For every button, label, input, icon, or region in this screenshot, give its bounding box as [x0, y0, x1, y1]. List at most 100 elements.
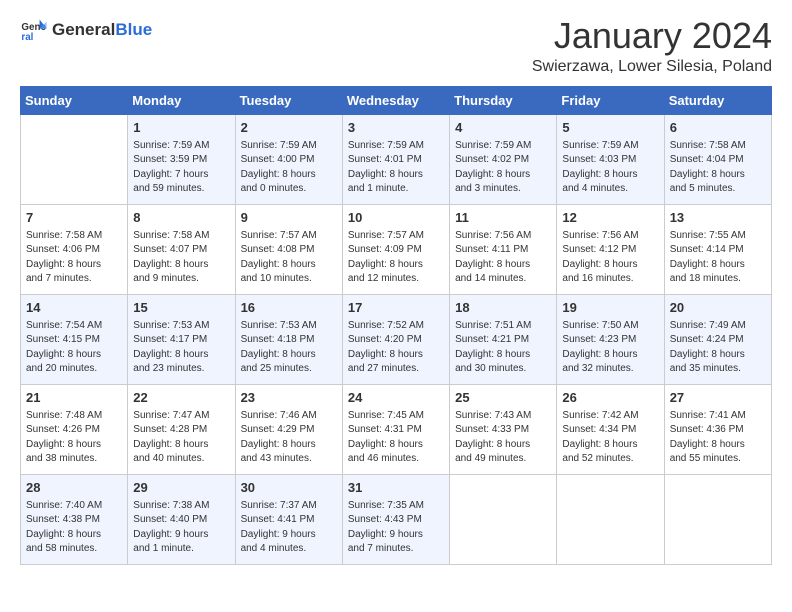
day-info: Sunrise: 7:48 AM Sunset: 4:26 PM Dayligh…: [26, 409, 122, 467]
calendar-cell: 28 Sunrise: 7:40 AM Sunset: 4:38 PM Dayli…: [21, 474, 128, 564]
calendar-week-1: 1 Sunrise: 7:59 AM Sunset: 3:59 PM Daylig…: [21, 114, 772, 204]
calendar-cell: 23Sunrise: 7:46 AM Sunset: 4:29 PM Dayli…: [235, 384, 342, 474]
weekday-header-monday: Monday: [128, 86, 235, 114]
calendar-cell: 2 Sunrise: 7:59 AM Sunset: 4:00 PM Daylig…: [235, 114, 342, 204]
calendar-cell: 17 Sunrise: 7:52 AM Sunset: 4:20 PM Dayli…: [342, 294, 449, 384]
day-info: Sunrise: 7:49 AM Sunset: 4:24 PM Dayligh…: [670, 319, 766, 377]
day-number: 6: [670, 119, 766, 137]
logo: Gene ral GeneralBlue: [20, 16, 152, 44]
day-number: 7: [26, 209, 122, 227]
day-info: Sunrise: 7:54 AM Sunset: 4:15 PM Dayligh…: [26, 319, 122, 377]
weekday-header-tuesday: Tuesday: [235, 86, 342, 114]
calendar-cell: 11 Sunrise: 7:56 AM Sunset: 4:11 PM Dayli…: [450, 204, 557, 294]
day-number: 29: [133, 479, 229, 497]
day-info: Sunrise: 7:41 AM Sunset: 4:36 PM Dayligh…: [670, 409, 766, 467]
day-number: 17: [348, 299, 444, 317]
calendar-table: SundayMondayTuesdayWednesdayThursdayFrid…: [20, 86, 772, 565]
calendar-cell: 21 Sunrise: 7:48 AM Sunset: 4:26 PM Dayli…: [21, 384, 128, 474]
day-info: Sunrise: 7:45 AM Sunset: 4:31 PM Dayligh…: [348, 409, 444, 467]
calendar-cell: 30Sunrise: 7:37 AM Sunset: 4:41 PM Dayli…: [235, 474, 342, 564]
day-info: Sunrise: 7:59 AM Sunset: 4:01 PM Dayligh…: [348, 139, 444, 197]
logo-general: General: [52, 20, 115, 39]
calendar-cell: 4 Sunrise: 7:59 AM Sunset: 4:02 PM Daylig…: [450, 114, 557, 204]
day-number: 5: [562, 119, 658, 137]
day-info: Sunrise: 7:52 AM Sunset: 4:20 PM Dayligh…: [348, 319, 444, 377]
calendar-cell: 3Sunrise: 7:59 AM Sunset: 4:01 PM Daylig…: [342, 114, 449, 204]
day-number: 19: [562, 299, 658, 317]
day-number: 28: [26, 479, 122, 497]
calendar-cell: 18 Sunrise: 7:51 AM Sunset: 4:21 PM Dayli…: [450, 294, 557, 384]
day-info: Sunrise: 7:43 AM Sunset: 4:33 PM Dayligh…: [455, 409, 551, 467]
day-number: 2: [241, 119, 337, 137]
title-section: January 2024 Swierzawa, Lower Silesia, P…: [532, 16, 772, 76]
day-number: 23: [241, 389, 337, 407]
day-number: 27: [670, 389, 766, 407]
day-info: Sunrise: 7:35 AM Sunset: 4:43 PM Dayligh…: [348, 499, 444, 557]
calendar-cell: 6Sunrise: 7:58 AM Sunset: 4:04 PM Daylig…: [664, 114, 771, 204]
day-number: 13: [670, 209, 766, 227]
day-number: 11: [455, 209, 551, 227]
calendar-cell: 10 Sunrise: 7:57 AM Sunset: 4:09 PM Dayli…: [342, 204, 449, 294]
calendar-cell: 16Sunrise: 7:53 AM Sunset: 4:18 PM Dayli…: [235, 294, 342, 384]
day-info: Sunrise: 7:40 AM Sunset: 4:38 PM Dayligh…: [26, 499, 122, 557]
day-info: Sunrise: 7:59 AM Sunset: 4:03 PM Dayligh…: [562, 139, 658, 197]
day-number: 1: [133, 119, 229, 137]
day-number: 25: [455, 389, 551, 407]
calendar-cell: 15Sunrise: 7:53 AM Sunset: 4:17 PM Dayli…: [128, 294, 235, 384]
logo-icon: Gene ral: [20, 16, 48, 44]
day-info: Sunrise: 7:57 AM Sunset: 4:09 PM Dayligh…: [348, 229, 444, 287]
day-number: 22: [133, 389, 229, 407]
day-info: Sunrise: 7:50 AM Sunset: 4:23 PM Dayligh…: [562, 319, 658, 377]
day-info: Sunrise: 7:59 AM Sunset: 4:02 PM Dayligh…: [455, 139, 551, 197]
day-number: 24: [348, 389, 444, 407]
day-info: Sunrise: 7:59 AM Sunset: 4:00 PM Dayligh…: [241, 139, 337, 197]
day-number: 18: [455, 299, 551, 317]
calendar-cell: [664, 474, 771, 564]
calendar-cell: 31Sunrise: 7:35 AM Sunset: 4:43 PM Dayli…: [342, 474, 449, 564]
calendar-week-4: 21 Sunrise: 7:48 AM Sunset: 4:26 PM Dayli…: [21, 384, 772, 474]
calendar-cell: 12Sunrise: 7:56 AM Sunset: 4:12 PM Dayli…: [557, 204, 664, 294]
day-number: 30: [241, 479, 337, 497]
logo-blue: Blue: [115, 20, 152, 39]
calendar-cell: 25 Sunrise: 7:43 AM Sunset: 4:33 PM Dayli…: [450, 384, 557, 474]
weekday-header-row: SundayMondayTuesdayWednesdayThursdayFrid…: [21, 86, 772, 114]
day-number: 4: [455, 119, 551, 137]
weekday-header-wednesday: Wednesday: [342, 86, 449, 114]
day-info: Sunrise: 7:58 AM Sunset: 4:06 PM Dayligh…: [26, 229, 122, 287]
day-number: 9: [241, 209, 337, 227]
location-title: Swierzawa, Lower Silesia, Poland: [532, 58, 772, 76]
day-info: Sunrise: 7:42 AM Sunset: 4:34 PM Dayligh…: [562, 409, 658, 467]
day-info: Sunrise: 7:47 AM Sunset: 4:28 PM Dayligh…: [133, 409, 229, 467]
calendar-cell: 24 Sunrise: 7:45 AM Sunset: 4:31 PM Dayli…: [342, 384, 449, 474]
calendar-cell: 13Sunrise: 7:55 AM Sunset: 4:14 PM Dayli…: [664, 204, 771, 294]
weekday-header-saturday: Saturday: [664, 86, 771, 114]
calendar-week-3: 14 Sunrise: 7:54 AM Sunset: 4:15 PM Dayli…: [21, 294, 772, 384]
calendar-cell: 19 Sunrise: 7:50 AM Sunset: 4:23 PM Dayli…: [557, 294, 664, 384]
weekday-header-sunday: Sunday: [21, 86, 128, 114]
month-title: January 2024: [532, 16, 772, 56]
day-number: 20: [670, 299, 766, 317]
day-info: Sunrise: 7:38 AM Sunset: 4:40 PM Dayligh…: [133, 499, 229, 557]
calendar-body: 1 Sunrise: 7:59 AM Sunset: 3:59 PM Daylig…: [21, 114, 772, 564]
calendar-cell: 26 Sunrise: 7:42 AM Sunset: 4:34 PM Dayli…: [557, 384, 664, 474]
day-number: 26: [562, 389, 658, 407]
day-info: Sunrise: 7:56 AM Sunset: 4:11 PM Dayligh…: [455, 229, 551, 287]
day-info: Sunrise: 7:51 AM Sunset: 4:21 PM Dayligh…: [455, 319, 551, 377]
calendar-cell: 9 Sunrise: 7:57 AM Sunset: 4:08 PM Daylig…: [235, 204, 342, 294]
calendar-cell: [557, 474, 664, 564]
day-info: Sunrise: 7:58 AM Sunset: 4:07 PM Dayligh…: [133, 229, 229, 287]
day-number: 14: [26, 299, 122, 317]
day-number: 21: [26, 389, 122, 407]
day-info: Sunrise: 7:57 AM Sunset: 4:08 PM Dayligh…: [241, 229, 337, 287]
day-number: 10: [348, 209, 444, 227]
calendar-cell: 29 Sunrise: 7:38 AM Sunset: 4:40 PM Dayli…: [128, 474, 235, 564]
calendar-week-2: 7 Sunrise: 7:58 AM Sunset: 4:06 PM Daylig…: [21, 204, 772, 294]
calendar-week-5: 28 Sunrise: 7:40 AM Sunset: 4:38 PM Dayli…: [21, 474, 772, 564]
day-info: Sunrise: 7:59 AM Sunset: 3:59 PM Dayligh…: [133, 139, 229, 197]
calendar-cell: 20 Sunrise: 7:49 AM Sunset: 4:24 PM Dayli…: [664, 294, 771, 384]
svg-text:ral: ral: [21, 32, 33, 43]
day-number: 12: [562, 209, 658, 227]
day-number: 15: [133, 299, 229, 317]
calendar-cell: 27 Sunrise: 7:41 AM Sunset: 4:36 PM Dayli…: [664, 384, 771, 474]
calendar-cell: 22 Sunrise: 7:47 AM Sunset: 4:28 PM Dayli…: [128, 384, 235, 474]
